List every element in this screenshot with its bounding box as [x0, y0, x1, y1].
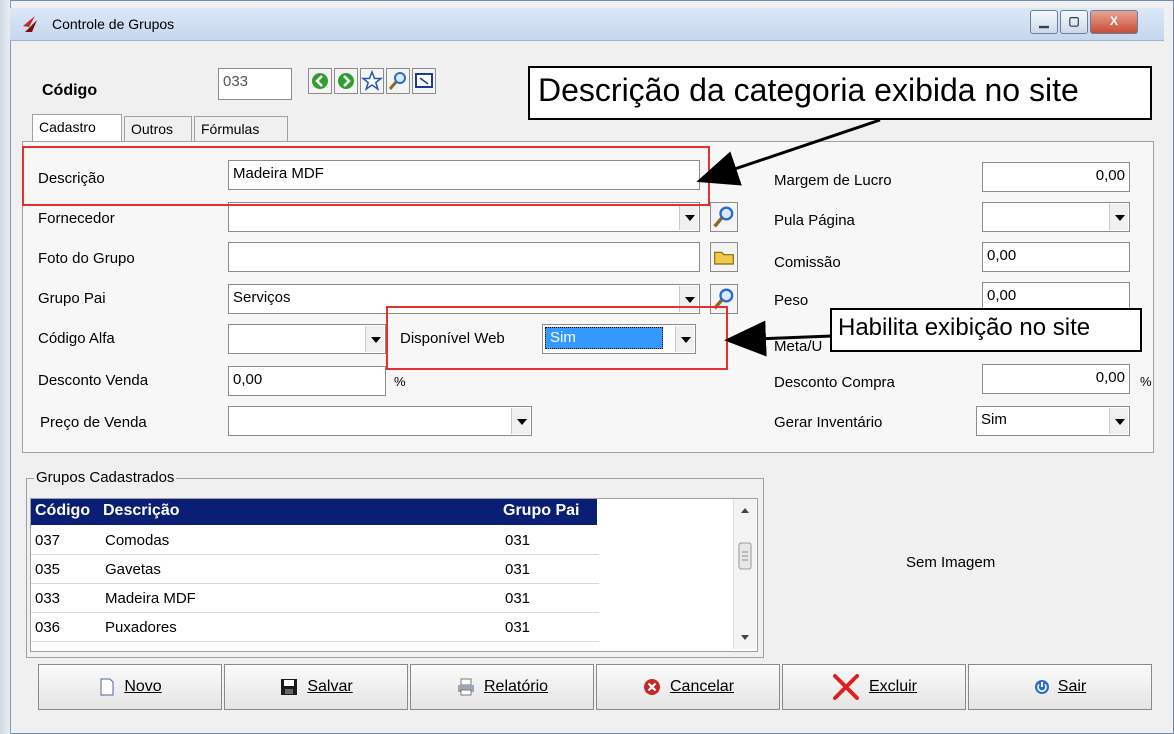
column-grupo-pai[interactable]: Grupo Pai: [503, 502, 579, 520]
table-row[interactable]: 033 Madeira MDF 031: [31, 584, 599, 613]
excluir-button[interactable]: Excluir: [782, 664, 966, 710]
delete-x-icon: [832, 674, 859, 700]
cell-descricao: Puxadores: [105, 619, 177, 636]
novo-button[interactable]: Novo: [38, 664, 222, 710]
callout-web: Habilita exibição no site: [830, 308, 1142, 352]
table-row[interactable]: 037 Comodas 031: [31, 526, 599, 555]
cell-codigo: 033: [35, 590, 61, 607]
cell-descricao: Gavetas: [105, 561, 161, 578]
novo-label: Novo: [124, 678, 162, 695]
printer-icon: [457, 678, 474, 696]
grupos-cadastrados-legend: Grupos Cadastrados: [34, 469, 177, 486]
cell-descricao: Comodas: [105, 532, 170, 549]
cell-codigo: 035: [35, 561, 61, 578]
table-row[interactable]: 035 Gavetas 031: [31, 555, 599, 584]
column-codigo[interactable]: Código: [35, 502, 90, 520]
salvar-label: Salvar: [307, 678, 353, 695]
table-row[interactable]: 036 Puxadores 031: [31, 613, 599, 642]
scrollbar-arrows-icon: [738, 508, 752, 640]
no-image-label: Sem Imagem: [906, 554, 996, 571]
save-disk-icon: [281, 679, 298, 695]
grid-header: Código Descrição Grupo Pai: [31, 499, 597, 525]
cancelar-button[interactable]: Cancelar: [596, 664, 780, 710]
cell-grupo-pai: 031: [505, 619, 531, 636]
cancel-icon: [643, 679, 660, 695]
cell-codigo: 037: [35, 532, 61, 549]
sair-label: Sair: [1057, 678, 1087, 695]
cell-grupo-pai: 031: [505, 532, 531, 549]
sair-button[interactable]: Sair: [968, 664, 1152, 710]
grid-scrollbar[interactable]: [733, 499, 756, 649]
cell-descricao: Madeira MDF: [105, 590, 196, 607]
cell-grupo-pai: 031: [505, 561, 531, 578]
relatorio-label: Relatório: [483, 678, 549, 695]
cell-grupo-pai: 031: [505, 590, 531, 607]
new-document-icon: [100, 678, 114, 696]
excluir-label: Excluir: [868, 678, 917, 695]
column-descricao[interactable]: Descrição: [103, 502, 180, 520]
salvar-button[interactable]: Salvar: [224, 664, 408, 710]
grupos-grid[interactable]: Código Descrição Grupo Pai 037 Comodas 0…: [30, 498, 758, 652]
cell-codigo: 036: [35, 619, 61, 636]
power-icon: [1034, 680, 1049, 694]
cancelar-label: Cancelar: [669, 678, 735, 695]
relatorio-button[interactable]: Relatório: [410, 664, 594, 710]
